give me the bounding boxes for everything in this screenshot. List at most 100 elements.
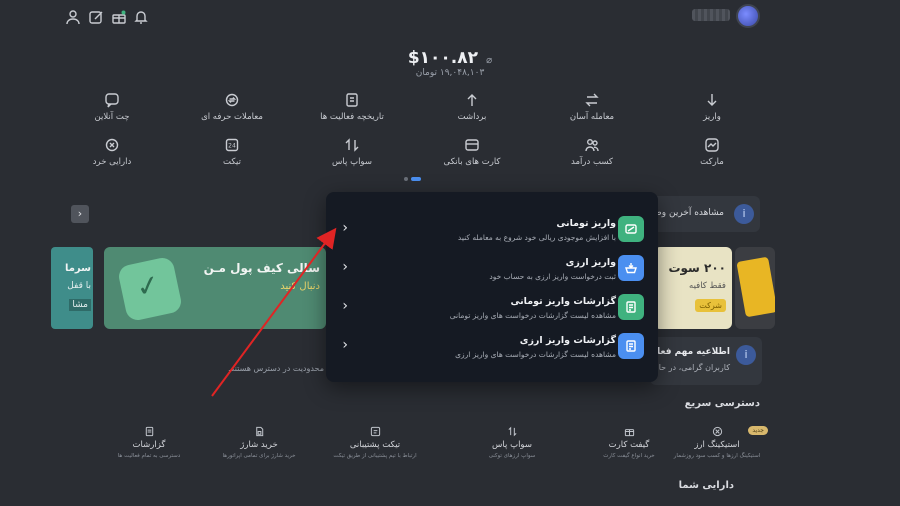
menu-item-toman-deposit[interactable]: واریز تومانی با افزایش موجودی ریالی خود …	[326, 210, 658, 248]
quick-title: گزارشات	[132, 440, 166, 450]
info-icon: i	[736, 345, 756, 365]
menu-item-subtitle: با افزایش موجودی ریالی خود شروع به معامل…	[457, 233, 616, 242]
action-pro-trade[interactable]: معاملات حرفه ای	[172, 92, 292, 122]
action-deposit[interactable]: واریز	[652, 92, 772, 122]
promo-left-title: سرما	[64, 263, 91, 274]
action-easy-trade[interactable]: معامله آسان	[532, 92, 652, 122]
users-icon	[584, 137, 600, 153]
promo-left-sub: با قفل	[67, 281, 91, 291]
menu-item-title: واریز تومانی	[556, 218, 616, 229]
promo-card-wallet[interactable]: سالی کیف پول مـن دنبال کنید	[104, 247, 326, 329]
promo-left-button: مشا	[69, 299, 91, 311]
quick-title: خرید شارژ	[240, 440, 278, 450]
x-circle-icon	[104, 137, 120, 153]
action-market[interactable]: مارکت	[652, 137, 772, 167]
balance-usd: $۱۰۰.۸۲	[407, 48, 479, 68]
user-icon[interactable]	[65, 9, 81, 25]
action-online-chat[interactable]: چت آنلاین	[52, 92, 172, 122]
promo-reward-button: شرکت	[695, 299, 726, 312]
promo-card-far[interactable]	[735, 247, 775, 329]
sim-icon	[254, 426, 265, 437]
menu-item-subtitle: ثبت درخواست واریز ارزی به حساب خود	[489, 272, 616, 281]
gift-icon[interactable]	[111, 9, 127, 25]
avatar[interactable]	[736, 4, 760, 28]
action-label: واریز	[703, 112, 721, 122]
action-history[interactable]: تاریخچه فعالیت ها	[292, 92, 412, 122]
action-small-assets[interactable]: دارایی خرد	[52, 137, 172, 167]
pager-dot[interactable]	[404, 177, 408, 181]
quick-title: گیفت کارت	[608, 440, 650, 450]
chevron-left-icon: ‹	[342, 220, 348, 236]
toman-deposit-icon	[618, 216, 644, 242]
deposit-options-modal: واریز تومانی با افزایش موجودی ریالی خود …	[326, 192, 658, 382]
card-icon	[464, 137, 480, 153]
chat-icon	[104, 92, 120, 108]
menu-item-subtitle: مشاهده لیست گزارشات درخواست های واریز تو…	[449, 311, 616, 320]
promo-card-reward[interactable]: ۲۰۰ سوت فقط کافیه شرکت	[654, 247, 732, 329]
info-icon: i	[734, 204, 754, 224]
action-label: تیکت	[223, 157, 241, 167]
svg-text:24: 24	[228, 143, 236, 150]
swap-vertical-icon	[507, 426, 518, 437]
action-label: معامله آسان	[569, 112, 615, 122]
menu-item-title: گزارشات واریز تومانی	[510, 296, 617, 307]
arrow-down-icon	[704, 92, 720, 108]
edit-icon[interactable]	[88, 9, 104, 25]
section-your-assets: دارایی شما	[678, 480, 734, 491]
action-bank-cards[interactable]: کارت های بانکی	[412, 137, 532, 167]
crypto-report-icon	[618, 333, 644, 359]
report-icon	[144, 426, 155, 437]
notice-desc: کاربران گرامی، در حال	[652, 363, 730, 372]
quick-buy-charge[interactable]: خرید شارژ خرید شارژ برای تمامی اپراتورها	[196, 420, 322, 476]
action-label: مارکت	[700, 157, 724, 167]
quick-gift-card[interactable]: گیفت کارت خرید انواع گیفت کارت	[566, 420, 692, 476]
username-blurred	[692, 9, 730, 21]
important-notice[interactable]: i اطلاعیه مهم فعال کاربران گرامی، در حال	[649, 337, 762, 385]
menu-item-title: گزارشات واریز ارزی	[519, 335, 616, 346]
menu-item-toman-reports[interactable]: گزارشات واریز تومانی مشاهده لیست گزارشات…	[326, 288, 658, 326]
menu-item-crypto-deposit[interactable]: واریز ارزی ثبت درخواست واریز ارزی به حسا…	[326, 249, 658, 287]
gift-card-icon	[624, 426, 635, 437]
quick-sub: دسترسی به تمام فعالیت ها	[117, 453, 181, 459]
quick-support-ticket[interactable]: تیکت پشتیبانی ارتباط با تیم پشتیبانی از …	[312, 420, 438, 476]
action-label: معاملات حرفه ای	[201, 112, 263, 122]
document-icon	[344, 92, 360, 108]
game-card-icon	[736, 256, 775, 318]
quick-swap-pass[interactable]: سواپ پاس سواپ ارزهای توکنی	[449, 420, 575, 476]
action-label: برداشت	[457, 112, 487, 122]
chevron-left-icon: ‹	[342, 259, 348, 275]
new-badge: جدید	[748, 426, 768, 435]
announcement-text: مشاهده آخرین وض	[650, 208, 724, 218]
action-label: کارت های بانکی	[443, 157, 501, 167]
action-earn[interactable]: کسب درآمد	[532, 137, 652, 167]
action-ticket[interactable]: 24 تیکت	[172, 137, 292, 167]
promo-wallet-title: سالی کیف پول مـن	[203, 261, 320, 275]
quick-title: تیکت پشتیبانی	[349, 440, 401, 450]
action-label: دارایی خرد	[92, 157, 132, 167]
promo-card-left[interactable]: سرما با قفل مشا	[51, 247, 93, 329]
quick-sub: سواپ ارزهای توکنی	[488, 453, 536, 459]
stake-icon	[712, 426, 723, 437]
top-bar	[0, 0, 900, 36]
quick-reports[interactable]: گزارشات دسترسی به تمام فعالیت ها	[86, 420, 212, 476]
pager-dot-active[interactable]	[411, 177, 421, 181]
quick-sub: ارتباط با تیم پشتیبانی از طریق تیکت	[333, 453, 417, 459]
carousel-prev-button[interactable]: ›	[71, 205, 89, 223]
balance-block: $۱۰۰.۸۲ ⌀ ۱۹,۰۴۸,۱۰۳ تومان	[330, 48, 570, 78]
quick-title: سواپ پاس	[492, 440, 532, 450]
swap-vertical-icon	[344, 137, 360, 153]
action-swap-pass[interactable]: سواپ پاس	[292, 137, 412, 167]
menu-item-crypto-reports[interactable]: گزارشات واریز ارزی مشاهده لیست گزارشات د…	[326, 327, 658, 365]
action-withdraw[interactable]: برداشت	[412, 92, 532, 122]
action-label: چت آنلاین	[94, 112, 130, 122]
action-label: کسب درآمد	[571, 157, 613, 167]
arrow-up-icon	[464, 92, 480, 108]
promo-reward-sub: فقط کافیه	[689, 281, 726, 291]
bell-icon[interactable]	[133, 9, 149, 25]
swap-icon	[584, 92, 600, 108]
section-quick-access: دسترسی سریع	[684, 398, 760, 409]
chevron-left-icon: ‹	[342, 337, 348, 353]
action-label: سواپ پاس	[332, 157, 372, 167]
eye-off-icon[interactable]: ⌀	[486, 55, 492, 66]
quick-sub: خرید شارژ برای تمامی اپراتورها	[222, 453, 296, 459]
